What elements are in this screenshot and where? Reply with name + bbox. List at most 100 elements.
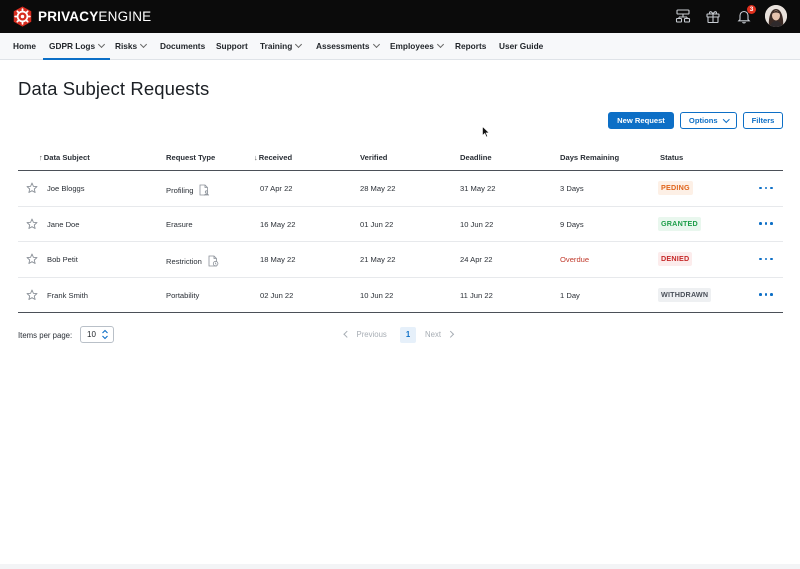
- cell-received: 07 Apr 22: [260, 184, 293, 193]
- cell-verified: 28 May 22: [360, 184, 396, 193]
- sort-ascending-icon: ↑: [39, 153, 43, 162]
- page-title: Data Subject Requests: [18, 78, 210, 99]
- document-person-icon: [198, 184, 210, 196]
- cell-data-subject[interactable]: Jane Doe: [47, 220, 80, 229]
- row-actions-icon[interactable]: [759, 184, 773, 192]
- cell-data-subject[interactable]: Joe Bloggs: [47, 184, 85, 193]
- cell-request-type: Portability: [166, 290, 200, 300]
- next-page-button[interactable]: Next: [425, 330, 454, 339]
- nav-item-gdpr-logs[interactable]: GDPR Logs: [42, 33, 111, 60]
- nav-item-label: Training: [260, 41, 293, 51]
- chevron-down-icon: [372, 40, 380, 49]
- cell-deadline: 31 May 22: [460, 184, 496, 193]
- brand-name-bold: PRIVACY: [38, 9, 99, 24]
- brand-logo[interactable]: PRIVACYENGINE: [12, 6, 151, 27]
- chevron-left-icon: [344, 330, 351, 337]
- brand-name: PRIVACYENGINE: [38, 9, 151, 24]
- chevron-down-icon: [140, 40, 148, 49]
- cell-received: 02 Jun 22: [260, 290, 294, 300]
- column-header-request-type[interactable]: Request Type: [166, 153, 215, 162]
- star-icon[interactable]: [26, 289, 38, 301]
- cell-data-subject[interactable]: Bob Petit: [47, 255, 78, 264]
- brand-name-rest: ENGINE: [98, 9, 152, 24]
- nav-item-label: GDPR Logs: [49, 41, 96, 51]
- cell-deadline: 24 Apr 22: [460, 255, 493, 264]
- document-lock-icon: [207, 255, 219, 267]
- options-label: Options: [688, 116, 718, 125]
- gift-icon[interactable]: [705, 8, 721, 24]
- cell-days-remaining: Overdue: [560, 255, 590, 264]
- star-icon[interactable]: [26, 218, 38, 230]
- nav-item-employees[interactable]: Employees: [390, 33, 444, 60]
- column-header-received[interactable]: ↓Received: [254, 153, 292, 162]
- top-bar: PRIVACYENGINE 3: [0, 0, 800, 33]
- cell-received: 18 May 22: [260, 255, 296, 264]
- up-down-chevron-icon: [101, 329, 109, 340]
- table-row[interactable]: Jane Doe Erasure 16 May 22 01 Jun 22 10 …: [18, 207, 783, 242]
- nav-item-risks[interactable]: Risks: [115, 33, 148, 60]
- nav-item-label: Support: [216, 41, 248, 51]
- nav-item-reports[interactable]: Reports: [455, 33, 486, 60]
- nav-item-label: Reports: [455, 41, 487, 51]
- new-request-button[interactable]: New Request: [608, 112, 674, 129]
- nav-item-documents[interactable]: Documents: [160, 33, 205, 60]
- status-badge: WITHDRAWN: [658, 287, 712, 302]
- cell-verified: 01 Jun 22: [360, 219, 394, 229]
- row-actions-icon[interactable]: [759, 220, 773, 228]
- items-per-page-select[interactable]: 10: [80, 326, 114, 343]
- row-actions-icon[interactable]: [759, 291, 773, 299]
- nav-item-home[interactable]: Home: [13, 33, 36, 60]
- column-header-deadline[interactable]: Deadline: [460, 153, 492, 162]
- chevron-right-icon: [447, 330, 454, 337]
- status-badge: DENIED: [658, 252, 693, 266]
- cell-request-type: Profiling: [166, 184, 210, 196]
- cell-verified: 21 May 22: [360, 255, 396, 264]
- nav-item-label: Assessments: [316, 41, 370, 51]
- table-header: ↑Data Subject Request Type ↓Received Ver…: [18, 146, 783, 171]
- column-header-data-subject[interactable]: ↑Data Subject: [39, 153, 90, 162]
- column-header-status[interactable]: Status: [660, 153, 683, 162]
- page-number-current[interactable]: 1: [400, 327, 416, 343]
- request-type-label: Profiling: [166, 186, 194, 195]
- nav-item-label: User Guide: [499, 41, 544, 51]
- cell-deadline: 10 Jun 22: [460, 219, 494, 229]
- cell-request-type: Restriction: [166, 255, 219, 267]
- star-icon[interactable]: [26, 253, 38, 265]
- nav-item-user-guide[interactable]: User Guide: [499, 33, 543, 60]
- chevron-down-icon: [98, 40, 106, 49]
- privacyengine-logo-icon: [13, 6, 32, 27]
- user-avatar-image: [765, 5, 787, 27]
- options-dropdown-button[interactable]: Options: [680, 112, 737, 129]
- column-header-label: Received: [258, 153, 293, 162]
- table-row[interactable]: Bob Petit Restriction 18 May 22 21 May 2…: [18, 242, 783, 278]
- row-actions-icon[interactable]: [759, 255, 773, 263]
- chevron-down-icon: [436, 40, 444, 49]
- bottom-divider: [0, 564, 800, 569]
- table-row[interactable]: Frank Smith Portability 02 Jun 22 10 Jun…: [18, 278, 783, 313]
- cell-received: 16 May 22: [260, 219, 296, 229]
- nav-item-assessments[interactable]: Assessments: [316, 33, 380, 60]
- bell-icon[interactable]: 3: [736, 5, 756, 24]
- previous-page-button[interactable]: Previous: [344, 330, 387, 339]
- chevron-down-icon: [295, 40, 303, 49]
- sitemap-icon[interactable]: [675, 8, 691, 24]
- nav-item-label: Risks: [115, 41, 138, 51]
- star-icon[interactable]: [26, 182, 38, 194]
- cell-request-type: Erasure: [166, 219, 193, 229]
- column-header-verified[interactable]: Verified: [360, 153, 387, 162]
- main-navigation: Home GDPR Logs Risks Documents Support T…: [0, 33, 800, 60]
- cell-data-subject[interactable]: Frank Smith: [47, 291, 88, 300]
- column-header-days-remaining[interactable]: Days Remaining: [560, 153, 619, 162]
- nav-item-training[interactable]: Training: [260, 33, 303, 60]
- nav-item-label: Employees: [390, 41, 434, 51]
- nav-item-label: Documents: [160, 41, 206, 51]
- notification-count-badge: 3: [747, 5, 756, 14]
- user-avatar[interactable]: [765, 5, 787, 27]
- table-row[interactable]: Joe Bloggs Profiling 07 Apr 22 28 May 22…: [18, 171, 783, 207]
- requests-table: ↑Data Subject Request Type ↓Received Ver…: [18, 146, 783, 313]
- filters-button[interactable]: Filters: [743, 112, 783, 129]
- next-label: Next: [425, 330, 442, 339]
- nav-item-support[interactable]: Support: [216, 33, 248, 60]
- cell-days-remaining: 3 Days: [560, 184, 584, 193]
- cell-days-remaining: 9 Days: [560, 219, 584, 229]
